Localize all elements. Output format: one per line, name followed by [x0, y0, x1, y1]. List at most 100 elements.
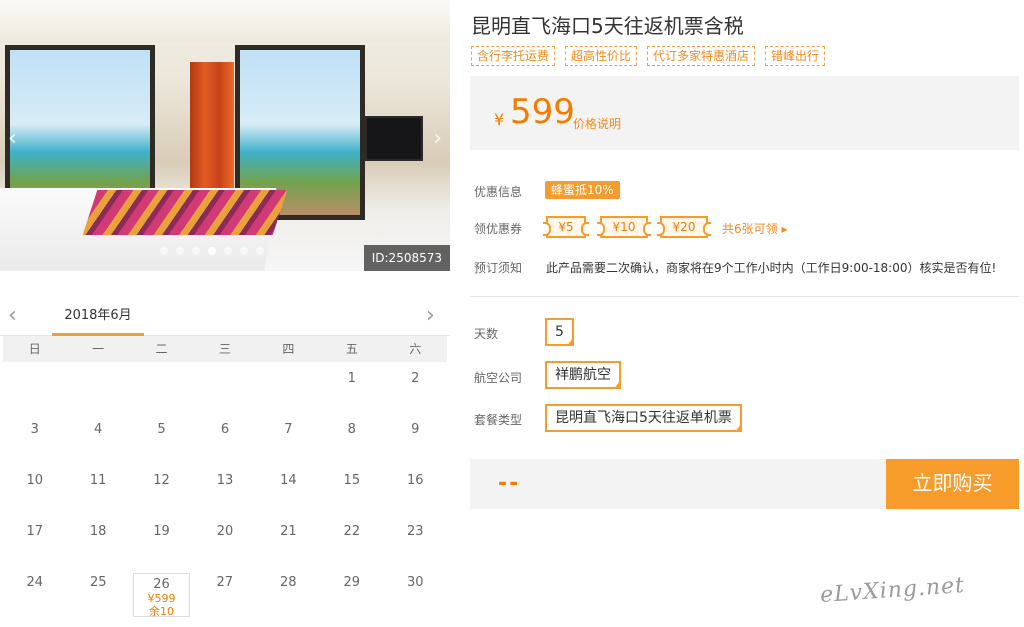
- calendar-nav: ‹ 2018年6月 ›: [0, 302, 450, 336]
- product-gallery[interactable]: ‹ › ID:2508573: [0, 0, 450, 271]
- calendar-day[interactable]: 23: [384, 515, 447, 566]
- gallery-dot[interactable]: [160, 247, 168, 255]
- product-tag: 超高性价比: [565, 46, 638, 66]
- calendar-day-number: 28: [279, 575, 297, 590]
- chevron-left-icon[interactable]: ‹: [8, 302, 17, 330]
- calendar-day[interactable]: 3: [3, 413, 66, 464]
- calendar-day[interactable]: 9: [384, 413, 447, 464]
- days-value: 5: [555, 324, 564, 340]
- calendar-week-row: 3 4 5 6 7 8 9: [3, 413, 447, 464]
- coupon-10[interactable]: ¥10: [597, 216, 651, 238]
- gallery-dot[interactable]: [256, 247, 264, 255]
- airline-value: 祥鹏航空: [555, 367, 611, 383]
- price-explain-link[interactable]: 价格说明: [573, 115, 621, 132]
- gallery-dot[interactable]: [176, 247, 184, 255]
- calendar-day-available[interactable]: 26 ¥599 余10: [133, 573, 190, 618]
- calendar-day-number: 15: [343, 473, 361, 488]
- calendar-day[interactable]: 7: [257, 413, 320, 464]
- promo-badge: 蜂蜜抵10%: [545, 181, 620, 199]
- calendar-day-number: 10: [26, 473, 43, 488]
- calendar-day-number: 7: [284, 422, 293, 437]
- chevron-right-icon[interactable]: ›: [433, 128, 442, 150]
- check-icon: ✓: [734, 424, 741, 433]
- calendar-day-price: ¥599: [147, 592, 176, 605]
- calendar-week-row: 10 11 12 13 14 15 16: [3, 464, 447, 515]
- calendar-day[interactable]: 12: [130, 464, 193, 515]
- calendar-day-number: 1: [347, 371, 356, 386]
- price-box: ¥ 599 价格说明: [470, 76, 1019, 150]
- calendar-day-number: 24: [26, 575, 44, 590]
- calendar-day[interactable]: 30: [384, 566, 448, 617]
- package-option[interactable]: 昆明直飞海口5天往返单机票 ✓: [545, 404, 742, 433]
- calendar-day-stock: 余10: [149, 605, 174, 618]
- promo-label: 优惠信息: [474, 185, 523, 199]
- calendar-weekdays: 日 一 二 三 四 五 六: [3, 336, 447, 362]
- calendar-week-row: 12: [3, 362, 447, 413]
- chevron-left-icon[interactable]: ‹: [8, 128, 17, 150]
- total-price: --: [498, 471, 521, 496]
- calendar-day[interactable]: 11: [66, 464, 129, 515]
- airline-label: 航空公司: [474, 371, 523, 385]
- calendar-day[interactable]: 4: [66, 413, 129, 464]
- calendar-day[interactable]: 5: [130, 413, 193, 464]
- calendar-day[interactable]: 1: [320, 362, 383, 413]
- calendar-day[interactable]: 17: [3, 515, 66, 566]
- coupon-label: 领优惠券: [474, 222, 523, 236]
- room-photo-bed-runner: [82, 190, 288, 235]
- calendar-day-number: 12: [153, 473, 170, 488]
- calendar-day[interactable]: 25: [67, 566, 131, 617]
- calendar-day-number: 3: [30, 422, 39, 437]
- airline-option[interactable]: 祥鹏航空 ✓: [545, 361, 621, 390]
- calendar-day[interactable]: 10: [3, 464, 66, 515]
- calendar-day[interactable]: 8: [320, 413, 383, 464]
- calendar-day-number: 4: [93, 422, 103, 437]
- buy-now-button[interactable]: 立即购买: [886, 459, 1019, 509]
- calendar-day[interactable]: 22: [320, 515, 383, 566]
- calendar-day-number: 22: [343, 524, 361, 539]
- coupon-20[interactable]: ¥20: [657, 216, 711, 238]
- calendar-day-number: 25: [89, 575, 107, 590]
- calendar-empty-cell: [66, 362, 129, 413]
- calendar-day-number: 9: [411, 422, 420, 437]
- calendar-day[interactable]: 6: [193, 413, 256, 464]
- weekday: 六: [409, 342, 422, 356]
- calendar-day[interactable]: 19: [130, 515, 193, 566]
- calendar-month-tab[interactable]: 2018年6月: [52, 302, 144, 336]
- calendar-day[interactable]: 24: [3, 566, 67, 617]
- calendar-day-number: 5: [157, 422, 166, 437]
- calendar-day-number: 17: [26, 524, 43, 539]
- calendar-day[interactable]: 21: [257, 515, 320, 566]
- calendar-day-number: 14: [280, 473, 297, 488]
- product-tag: 代订多家特惠酒店: [647, 46, 756, 66]
- calendar-day[interactable]: 28: [257, 566, 321, 617]
- calendar-day[interactable]: 15: [320, 464, 383, 515]
- calendar-day[interactable]: 29: [320, 566, 384, 617]
- calendar-day[interactable]: 20: [193, 515, 256, 566]
- calendar-day[interactable]: 16: [384, 464, 447, 515]
- room-photo-ceiling: [0, 0, 450, 42]
- product-title: 昆明直飞海口5天往返机票含税: [471, 14, 744, 38]
- gallery-dot-active[interactable]: [208, 247, 216, 255]
- calendar-day-number: 26: [153, 577, 170, 592]
- calendar-day-number: 23: [406, 524, 424, 539]
- gallery-dot[interactable]: [240, 247, 248, 255]
- calendar-day-number: 27: [216, 575, 234, 590]
- calendar-empty-cell: [193, 362, 256, 413]
- gallery-dot[interactable]: [224, 247, 232, 255]
- calendar-day[interactable]: 27: [193, 566, 257, 617]
- calendar-day[interactable]: 13: [193, 464, 256, 515]
- calendar-empty-cell: [130, 362, 193, 413]
- weekday: 五: [345, 342, 358, 356]
- chevron-right-icon[interactable]: ›: [426, 302, 435, 330]
- gallery-dot[interactable]: [192, 247, 200, 255]
- calendar-day-number: 13: [216, 473, 234, 488]
- calendar-day[interactable]: 2: [384, 362, 447, 413]
- coupon-5[interactable]: ¥5: [543, 216, 589, 238]
- calendar-day[interactable]: 14: [257, 464, 320, 515]
- check-icon: ✓: [566, 338, 573, 347]
- calendar-day[interactable]: 18: [66, 515, 129, 566]
- coupon-more-link[interactable]: 共6张可领 ▸: [722, 220, 787, 237]
- calendar-week-row: 17 18 19 20 21 22 23: [3, 515, 447, 566]
- weekday: 三: [218, 342, 231, 356]
- days-option[interactable]: 5 ✓: [545, 318, 574, 347]
